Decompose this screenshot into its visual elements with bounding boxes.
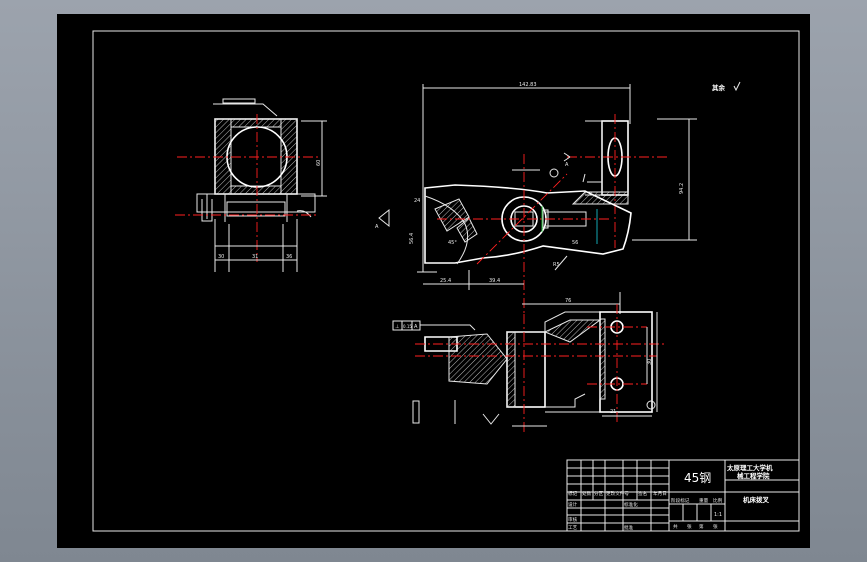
drawing-sheet: 30 31 36 60 142.83 25.4 39.4 45° 24 56.4… xyxy=(57,14,810,548)
main-view: 142.83 25.4 39.4 45° 24 56.4 56 R5 94.2 … xyxy=(375,81,741,314)
tb-sheet-unit-2: 张 xyxy=(713,523,718,530)
school-line-2: 械工程学院 xyxy=(737,471,770,480)
dim-angle: 45° xyxy=(448,240,457,246)
tb-row-approve: 批准 xyxy=(624,524,634,531)
tb-sheet-unit-1: 张 xyxy=(687,523,692,530)
left-view: 30 31 36 60 xyxy=(175,98,327,272)
dim-side-a: 30 xyxy=(647,359,653,365)
cad-drawing: 30 31 36 60 142.83 25.4 39.4 45° 24 56.4… xyxy=(92,30,800,532)
dim-v3: 56 xyxy=(572,240,578,246)
tb-row-process: 工艺 xyxy=(568,525,578,531)
dim-side-b: 21 xyxy=(610,409,616,415)
dim-bottom-a: 25.4 xyxy=(440,278,451,284)
surface-note: 其余 xyxy=(712,83,726,92)
part-name: 机床拨叉 xyxy=(743,495,770,504)
section-label-left: A xyxy=(375,224,379,230)
tb-scale-label: 比例 xyxy=(713,497,723,504)
tb-sheet-total: 共 xyxy=(673,523,678,530)
school-line-1: 太原理工大学机 xyxy=(726,463,773,472)
tolerance-frame: ⊥ 0.15 A xyxy=(392,320,476,331)
tb-scale-value: 1:1 xyxy=(714,512,722,518)
tb-header-zone: 分区 xyxy=(594,490,604,497)
dim-left-w1: 30 xyxy=(218,254,224,260)
dim-v2: 94.2 xyxy=(679,183,685,194)
dim-v1: 56.4 xyxy=(409,233,415,244)
dim-bottom-b: 39.4 xyxy=(489,278,500,284)
tolerance-datum: A xyxy=(414,324,418,330)
tb-weight-label: 重量 xyxy=(699,497,709,504)
tb-row-standardize: 标准化 xyxy=(624,501,638,508)
dim-left-height: 60 xyxy=(316,160,322,166)
tb-sheet-no: 第 xyxy=(699,523,704,530)
dim-left-w2: 31 xyxy=(252,254,258,260)
tb-header-date: 年月日 xyxy=(653,490,667,497)
dim-h2: 24 xyxy=(414,198,420,204)
tolerance-symbol: ⊥ xyxy=(395,324,399,330)
tolerance-value: 0.15 xyxy=(403,324,412,329)
dim-top-length: 142.83 xyxy=(519,82,537,88)
tb-header-doc: 更改文件号 xyxy=(606,490,629,497)
title-block: 标记 处数 分区 更改文件号 签名 年月日 设计 标准化 审核 工艺 批准 45… xyxy=(566,459,800,532)
tb-row-review: 审核 xyxy=(568,516,578,523)
section-label-right: A xyxy=(565,162,569,168)
tb-header-mark: 标记 xyxy=(568,490,578,497)
material-label: 45钢 xyxy=(684,471,711,485)
tb-header-count: 处数 xyxy=(582,490,592,497)
dim-side-len: 76 xyxy=(565,298,571,304)
bottom-view: 76 30 21 ⊥ 0.15 A xyxy=(392,292,667,434)
dim-left-w3: 36 xyxy=(286,254,292,260)
tb-stage-label: 阶段标记 xyxy=(671,497,690,504)
tb-row-design: 设计 xyxy=(568,501,578,508)
tb-header-sign: 签名 xyxy=(638,490,647,497)
